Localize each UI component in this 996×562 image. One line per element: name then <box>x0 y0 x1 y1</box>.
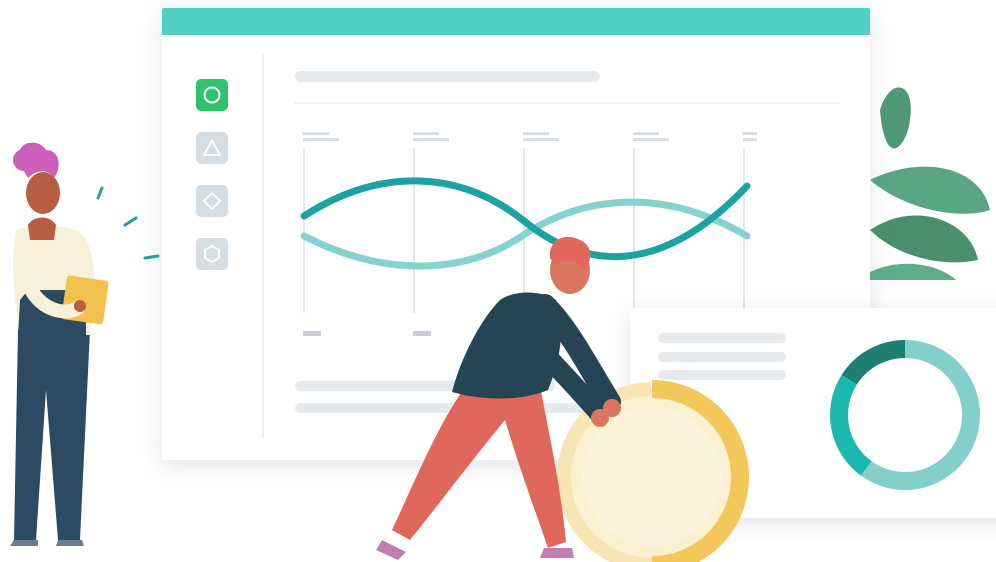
sidebar-item-hexagon[interactable] <box>196 238 228 270</box>
sidebar-item-triangle[interactable] <box>196 132 228 164</box>
card-placeholder-line <box>658 333 786 343</box>
hexagon-icon <box>204 245 220 263</box>
chart-column-label-placeholder <box>303 138 339 141</box>
triangle-icon <box>203 139 221 156</box>
chart-column-label-placeholder <box>743 132 757 135</box>
chart-column-label-placeholder <box>633 138 669 141</box>
header-divider <box>294 102 840 104</box>
chart-column-label-placeholder <box>303 132 329 135</box>
card-placeholder-line <box>658 352 786 362</box>
chart-column-label-placeholder <box>413 132 439 135</box>
donut-segment <box>830 374 872 476</box>
sidebar-item-diamond[interactable] <box>196 185 228 217</box>
wave-series-light <box>300 198 751 270</box>
donut-chart <box>830 340 980 490</box>
circle-icon <box>203 86 221 104</box>
sidebar-item-circle[interactable] <box>196 79 228 111</box>
chart-gridline <box>633 148 635 313</box>
chart-column-label-placeholder <box>413 138 449 141</box>
title-placeholder-bar <box>295 71 600 82</box>
chart-column-label-placeholder <box>523 138 559 141</box>
chart-column-label-placeholder <box>743 138 757 141</box>
donut-segment <box>860 340 980 490</box>
chart-axis-label-placeholder <box>413 331 431 336</box>
chart-gridline <box>303 148 305 313</box>
donut-segment <box>841 340 906 385</box>
chart-gridline <box>413 148 415 313</box>
sidebar-divider <box>262 53 264 438</box>
chart-column-label-placeholder <box>523 132 549 135</box>
footer-placeholder-bar <box>295 403 635 413</box>
plant-leaves-decoration <box>864 87 990 280</box>
window-header-bar <box>162 8 870 35</box>
chart-axis-label-placeholder <box>303 331 321 336</box>
card-placeholder-line <box>658 370 786 380</box>
footer-placeholder-bar <box>295 381 555 391</box>
woman-with-clipboard <box>10 142 160 546</box>
chart-column-label-placeholder <box>633 132 659 135</box>
diamond-icon <box>203 192 221 210</box>
wave-series-dark <box>300 177 751 260</box>
